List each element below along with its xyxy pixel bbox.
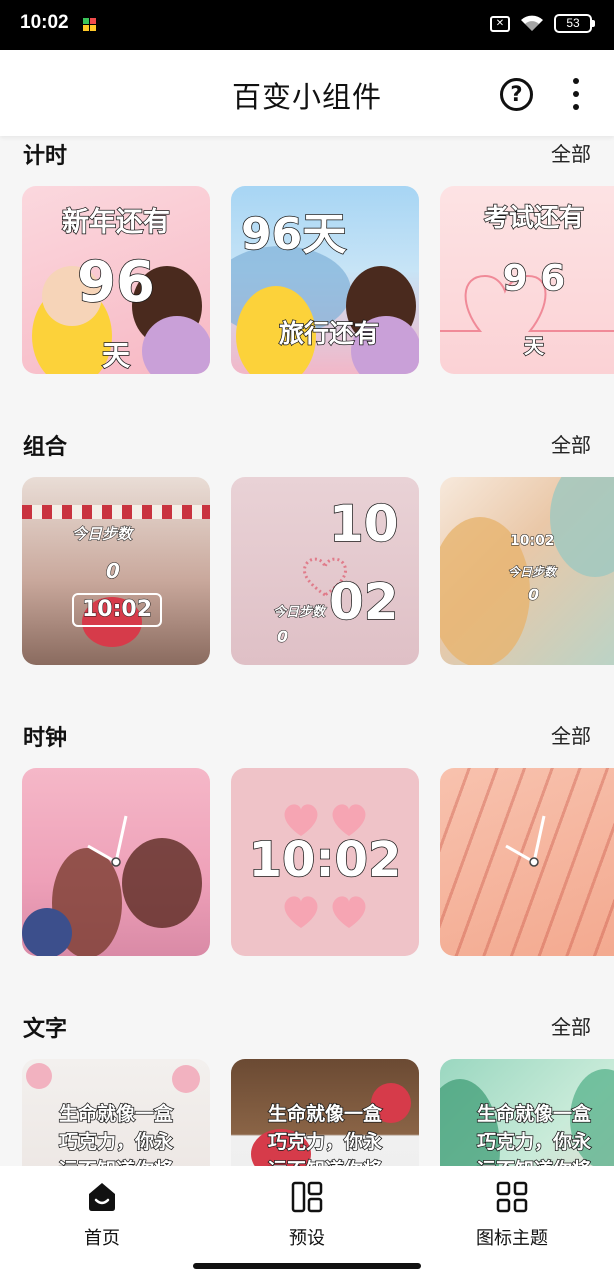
more-options-icon[interactable] (572, 78, 580, 112)
awning-decoration (22, 505, 210, 519)
status-bar: 10:02 ✕ 53 (0, 0, 614, 50)
analog-clock (505, 815, 546, 867)
analog-clock (87, 815, 128, 867)
widget-card-exam[interactable]: 考试还有 9 6 天 (440, 186, 614, 374)
quote-line: 巧克力，你永 (476, 1130, 592, 1154)
wifi-icon (521, 15, 543, 31)
time-value: 10:02 (510, 533, 556, 550)
section-title: 文字 (23, 1017, 68, 1042)
nav-icon-theme[interactable]: 图标主题 (442, 1180, 582, 1250)
app-bar: 百变小组件 ? (0, 50, 614, 136)
section-title: 组合 (23, 435, 68, 460)
clock-hour: 10 (328, 494, 399, 554)
see-all-link[interactable]: 全部 (551, 429, 591, 458)
widget-card-clock-hands[interactable] (22, 768, 210, 956)
widget-card-combo-leaf[interactable]: 10:02 今日步数 0 (440, 477, 614, 665)
widget-number: 9 6 (502, 257, 566, 300)
widget-unit: 天 (101, 338, 131, 373)
widget-number: 96天 (240, 208, 347, 261)
quote-line: 生命就像一盒 (267, 1102, 383, 1126)
widget-card-combo-clock[interactable]: 10 02 今日步数 0 (231, 477, 419, 665)
steps-label: 今日步数 (507, 565, 557, 580)
status-time: 10:02 (20, 12, 69, 33)
see-all-link[interactable]: 全部 (551, 720, 591, 749)
quote-line: 生命就像一盒 (476, 1102, 592, 1126)
steps-label: 今日步数 (272, 605, 326, 621)
home-indicator[interactable] (193, 1263, 421, 1269)
section-title: 计时 (23, 144, 68, 169)
nav-label: 图标主题 (476, 1228, 548, 1249)
grid-icon (496, 1181, 528, 1213)
quote-line: 远不知道你将 (440, 1155, 614, 1166)
steps-value: 0 (276, 627, 289, 647)
widget-card-text-wood[interactable]: 生命就像一盒 巧克力，你永 远不知道你将 (231, 1059, 419, 1166)
widget-caption: 旅行还有 (278, 318, 380, 349)
see-all-link[interactable]: 全部 (551, 138, 591, 167)
quote-line: 巧克力，你永 (267, 1130, 383, 1154)
widget-card-combo-photo[interactable]: 今日步数 0 10:02 (22, 477, 210, 665)
quote-line: 生命就像一盒 (58, 1102, 174, 1126)
widget-card-newyear[interactable]: 新年还有 96 天 (22, 186, 210, 374)
clock-minute: 02 (328, 572, 399, 632)
nav-home[interactable]: 首页 (32, 1180, 172, 1250)
steps-value: 0 (106, 559, 121, 584)
nav-label: 首页 (84, 1228, 120, 1249)
widget-title: 考试还有 (483, 202, 585, 233)
widget-card-text-roses[interactable]: 生命就像一盒 巧克力，你永 远不知道你将 (22, 1059, 210, 1166)
nav-label: 预设 (289, 1228, 325, 1249)
widget-card-clock-feather[interactable] (440, 768, 614, 956)
widget-number: 96 (76, 249, 155, 316)
widget-title: 新年还有 (61, 206, 171, 239)
no-sim-icon: ✕ (490, 15, 510, 32)
digital-time: 10:02 (248, 831, 402, 889)
widget-gallery[interactable]: 计时 全部 新年还有 96 天 96天 旅行还有 考试还有 9 6 天 组合 全… (0, 136, 614, 1166)
widget-unit: 天 (523, 333, 545, 359)
battery-icon: 53 (554, 14, 595, 33)
quote-line: 远不知道你将 (22, 1155, 210, 1166)
help-icon[interactable]: ? (500, 78, 533, 111)
widget-card-clock-hearts[interactable]: 10:02 (231, 768, 419, 956)
widget-card-travel[interactable]: 96天 旅行还有 (231, 186, 419, 374)
home-icon (89, 1183, 115, 1211)
quote-line: 远不知道你将 (231, 1155, 419, 1166)
rose-decoration (26, 1063, 52, 1089)
quote-line: 巧克力，你永 (58, 1130, 174, 1154)
see-all-link[interactable]: 全部 (551, 1011, 591, 1040)
section-title: 时钟 (23, 726, 68, 751)
time-box: 10:02 (72, 593, 162, 627)
widget-card-text-tropic[interactable]: 生命就像一盒 巧克力，你永 远不知道你将 (440, 1059, 614, 1166)
preset-icon (291, 1181, 323, 1213)
steps-value: 0 (527, 585, 540, 605)
steps-label: 今日步数 (71, 525, 133, 544)
nav-preset[interactable]: 预设 (237, 1180, 377, 1250)
app-notification-icon (83, 18, 97, 32)
